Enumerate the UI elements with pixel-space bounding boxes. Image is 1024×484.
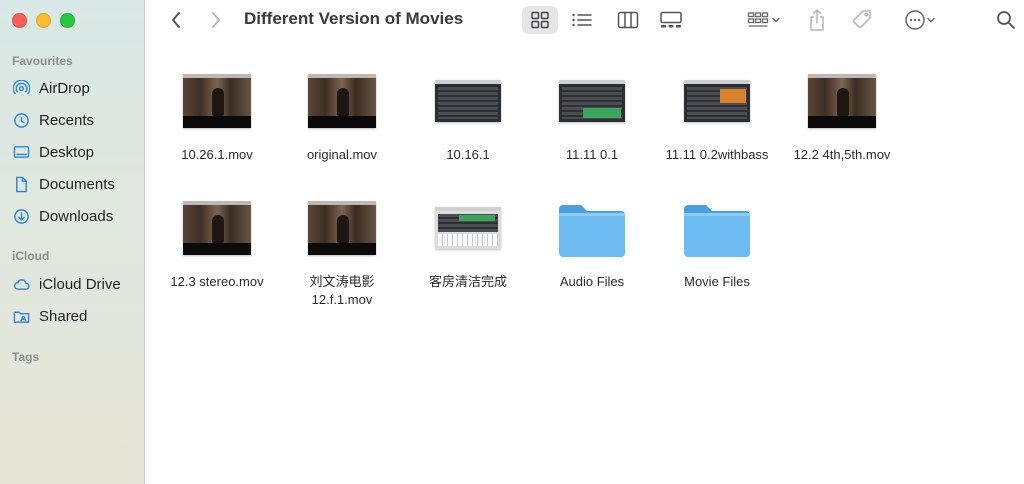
file-name: 12.2 4th,5th.mov xyxy=(793,147,891,162)
group-icon xyxy=(747,11,771,29)
file-item[interactable]: 10.26.1.mov xyxy=(155,70,279,170)
sidebar: Favourites AirDrop Recents Desktop Docum… xyxy=(0,0,145,484)
folder-item[interactable]: Audio Files xyxy=(530,197,654,307)
chevron-right-icon xyxy=(210,11,222,29)
chevron-left-icon xyxy=(170,11,182,29)
search-button[interactable] xyxy=(994,6,1018,34)
folder-icon xyxy=(682,201,752,259)
logic-project-thumbnail xyxy=(435,207,501,249)
more-actions-button[interactable] xyxy=(898,6,942,34)
sidebar-item-icloud-drive[interactable]: iCloud Drive xyxy=(12,272,121,296)
sidebar-item-documents[interactable]: Documents xyxy=(12,172,115,196)
cloud-icon xyxy=(12,275,30,293)
file-item[interactable]: 11.11 0.2withbass xyxy=(655,70,779,170)
file-name: 客房清洁完成 xyxy=(428,274,507,289)
gallery-icon xyxy=(659,11,683,29)
close-window-button[interactable] xyxy=(12,13,27,28)
folder-icon xyxy=(557,201,627,259)
movie-thumbnail xyxy=(308,74,376,128)
sidebar-item-label: Recents xyxy=(39,111,95,129)
sidebar-section-tags: Tags xyxy=(12,350,40,364)
logic-project-thumbnail xyxy=(559,80,625,122)
column-view-button[interactable] xyxy=(614,6,642,34)
group-by-button[interactable] xyxy=(742,6,786,34)
icon-view-button[interactable] xyxy=(522,6,558,34)
file-name: 11.11 0.1 xyxy=(565,147,619,162)
airdrop-icon xyxy=(12,79,30,97)
sidebar-item-downloads[interactable]: Downloads xyxy=(12,204,113,228)
desktop-icon xyxy=(12,143,30,161)
sidebar-item-airdrop[interactable]: AirDrop xyxy=(12,76,90,100)
logic-project-thumbnail xyxy=(435,80,501,122)
movie-thumbnail xyxy=(183,74,251,128)
file-name: 11.11 0.2withbass xyxy=(665,147,769,162)
chevron-down-icon xyxy=(771,16,781,24)
gallery-view-button[interactable] xyxy=(656,6,686,34)
sidebar-item-label: Desktop xyxy=(39,143,95,161)
file-item[interactable]: 刘文涛电影 12.f.1.mov xyxy=(280,197,404,307)
file-name: 10.16.1 xyxy=(446,147,490,162)
file-name-line1: 刘文涛电影 xyxy=(309,274,375,289)
file-item[interactable]: 客房清洁完成 xyxy=(406,197,530,307)
logic-project-thumbnail xyxy=(684,80,750,122)
clock-icon xyxy=(12,111,30,129)
sidebar-item-desktop[interactable]: Desktop xyxy=(12,140,94,164)
file-item[interactable]: original.mov xyxy=(280,70,404,170)
window-title: Different Version of Movies xyxy=(244,9,464,28)
grid-icon xyxy=(530,11,550,29)
ellipsis-circle-icon xyxy=(904,9,926,31)
list-view-button[interactable] xyxy=(568,6,596,34)
share-button[interactable] xyxy=(806,6,828,34)
sidebar-item-label: Documents xyxy=(39,175,115,193)
file-item[interactable]: 12.3 stereo.mov xyxy=(155,197,279,307)
chevron-down-icon xyxy=(926,16,936,24)
sidebar-item-label: AirDrop xyxy=(39,79,90,97)
file-item[interactable]: 10.16.1 xyxy=(406,70,530,170)
window-controls xyxy=(12,13,75,28)
back-button[interactable] xyxy=(166,6,186,34)
download-icon xyxy=(12,207,30,225)
sidebar-section-icloud: iCloud xyxy=(12,249,50,263)
sidebar-item-label: Downloads xyxy=(39,207,114,225)
file-name: original.mov xyxy=(306,147,378,162)
file-name-line2: 12.f.1.mov xyxy=(311,292,373,307)
list-icon xyxy=(571,12,593,28)
movie-thumbnail xyxy=(308,201,376,255)
file-name: 10.26.1.mov xyxy=(181,147,253,162)
movie-thumbnail xyxy=(183,201,251,255)
shared-folder-icon xyxy=(12,307,30,325)
file-name: 12.3 stereo.mov xyxy=(170,274,264,289)
sidebar-item-label: Shared xyxy=(39,307,88,325)
movie-thumbnail xyxy=(808,74,876,128)
search-icon xyxy=(996,10,1016,30)
document-icon xyxy=(12,175,30,193)
zoom-window-button[interactable] xyxy=(60,13,75,28)
columns-icon xyxy=(617,11,639,29)
sidebar-item-shared[interactable]: Shared xyxy=(12,304,87,328)
share-icon xyxy=(808,8,826,32)
sidebar-item-label: iCloud Drive xyxy=(39,275,121,293)
tag-button[interactable] xyxy=(849,6,875,34)
folder-name: Movie Files xyxy=(684,274,750,289)
tag-icon xyxy=(851,9,873,31)
folder-name: Audio Files xyxy=(559,274,625,289)
folder-item[interactable]: Movie Files xyxy=(655,197,779,307)
sidebar-item-recents[interactable]: Recents xyxy=(12,108,94,132)
sidebar-section-favourites: Favourites xyxy=(12,54,73,68)
file-item[interactable]: 11.11 0.1 xyxy=(530,70,654,170)
minimize-window-button[interactable] xyxy=(36,13,51,28)
forward-button[interactable] xyxy=(206,6,226,34)
file-item[interactable]: 12.2 4th,5th.mov xyxy=(780,70,904,170)
